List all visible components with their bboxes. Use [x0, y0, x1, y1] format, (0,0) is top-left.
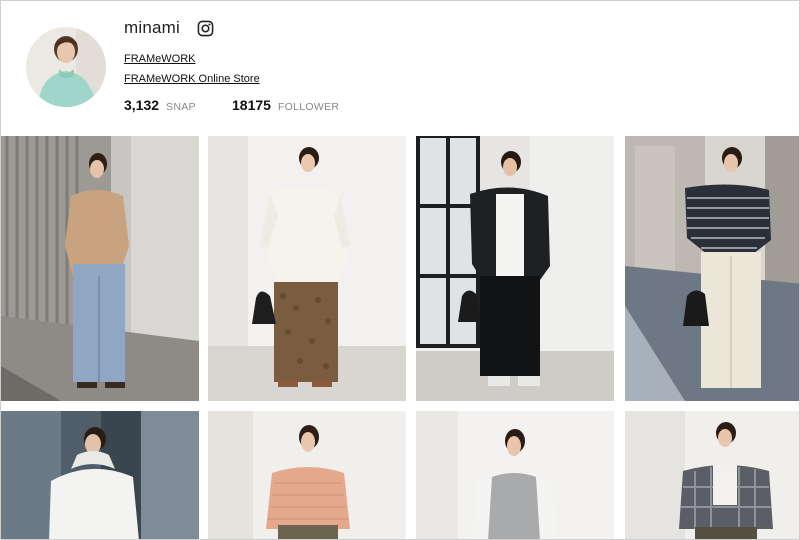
snap-count: 3,132: [124, 97, 160, 113]
snap-thumbnail[interactable]: [1, 136, 199, 401]
online-store-link[interactable]: FRAMeWORK Online Store: [124, 73, 260, 85]
profile-header: minami FRAMeWORK FRAMeWORK Online Store …: [1, 1, 799, 135]
follower-count: 18175: [232, 97, 271, 113]
username: minami: [124, 18, 180, 37]
instagram-icon[interactable]: [197, 20, 214, 37]
snap-thumbnail[interactable]: [1, 411, 199, 539]
snap-label: SNAP: [166, 101, 196, 113]
snap-thumbnail[interactable]: [416, 411, 614, 539]
page-frame: minami FRAMeWORK FRAMeWORK Online Store …: [0, 0, 800, 540]
snap-thumbnail[interactable]: [208, 411, 406, 539]
brand-link[interactable]: FRAMeWORK: [124, 53, 196, 65]
follower-stat[interactable]: 18175 FOLLOWER: [232, 97, 339, 113]
snap-thumbnail[interactable]: [625, 411, 799, 539]
snap-thumbnail[interactable]: [208, 136, 406, 401]
avatar[interactable]: [26, 27, 106, 107]
snap-thumbnail[interactable]: [625, 136, 799, 401]
follower-label: FOLLOWER: [277, 101, 340, 113]
snap-thumbnail[interactable]: [416, 136, 614, 401]
snap-stat[interactable]: 3,132 SNAP: [124, 97, 196, 113]
